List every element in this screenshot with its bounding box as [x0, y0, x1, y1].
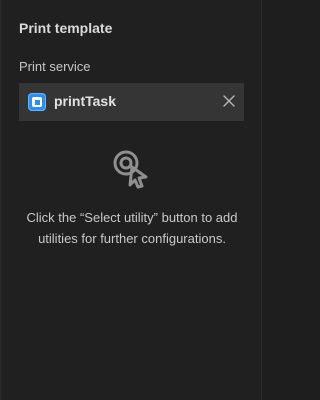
print-service-icon	[28, 93, 46, 111]
empty-state-message: Click the “Select utility” button to add…	[26, 210, 238, 246]
print-service-name: printTask	[54, 93, 116, 109]
remove-service-button[interactable]	[220, 92, 238, 110]
section-label: Print service	[19, 59, 91, 74]
print-template-panel: Print template Print service printTask C…	[0, 0, 262, 400]
print-service-row[interactable]: printTask	[19, 83, 244, 121]
close-icon	[223, 95, 235, 107]
select-pointer-icon	[113, 150, 148, 189]
panel-title: Print template	[19, 20, 113, 36]
